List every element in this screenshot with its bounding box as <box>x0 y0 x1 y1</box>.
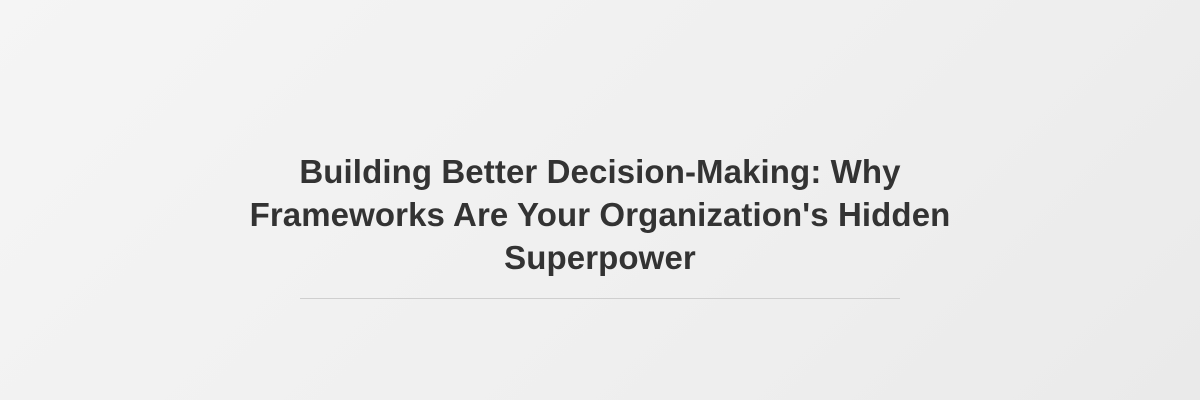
title-line-1: Building Better Decision-Making: Why <box>299 153 901 190</box>
title-line-2: Frameworks Are Your Organization's Hidde… <box>249 196 951 233</box>
page-title: Building Better Decision-Making: Why Fra… <box>200 150 1000 279</box>
title-container: Building Better Decision-Making: Why Fra… <box>200 150 1000 279</box>
hero-banner: Building Better Decision-Making: Why Fra… <box>0 0 1200 400</box>
title-line-3: Superpower <box>504 239 696 276</box>
title-divider <box>300 298 900 299</box>
